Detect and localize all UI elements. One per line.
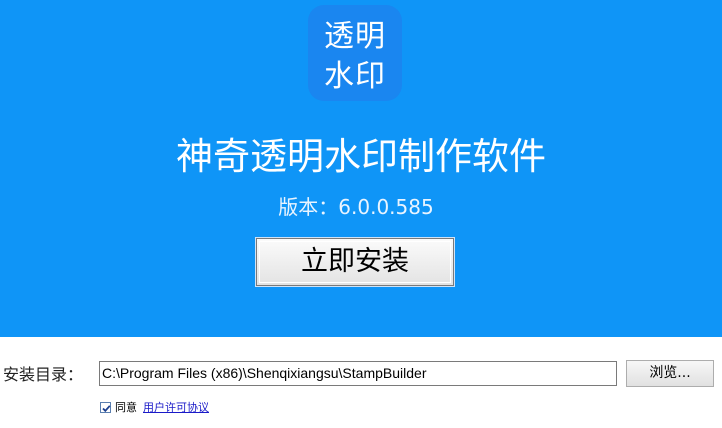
hero-banner: 透明 水印 神奇透明水印制作软件 版本：6.0.0.585 立即安装 xyxy=(0,0,722,337)
logo-text-line2: 水印 xyxy=(324,59,386,94)
install-dir-input[interactable]: C:\Program Files (x86)\Shenqixiangsu\Sta… xyxy=(99,361,617,386)
logo-text-line1: 透明 xyxy=(324,19,386,54)
agree-checkbox[interactable] xyxy=(100,401,111,413)
app-logo-icon: 透明 水印 xyxy=(308,5,402,101)
agreement-row: 同意 用户许可协议 xyxy=(100,399,209,415)
version-label: 版本：6.0.0.585 xyxy=(278,195,434,219)
app-title: 神奇透明水印制作软件 xyxy=(176,135,546,178)
install-now-button[interactable]: 立即安装 xyxy=(255,237,455,287)
install-dir-label: 安装目录： xyxy=(3,365,84,384)
agree-label: 同意 xyxy=(115,401,137,414)
license-agreement-link[interactable]: 用户许可协议 xyxy=(143,399,209,415)
installer-window: 透明 水印 神奇透明水印制作软件 版本：6.0.0.585 立即安装 安装目录：… xyxy=(0,0,722,428)
browse-button[interactable]: 浏览... xyxy=(626,360,714,387)
check-icon xyxy=(102,404,111,412)
